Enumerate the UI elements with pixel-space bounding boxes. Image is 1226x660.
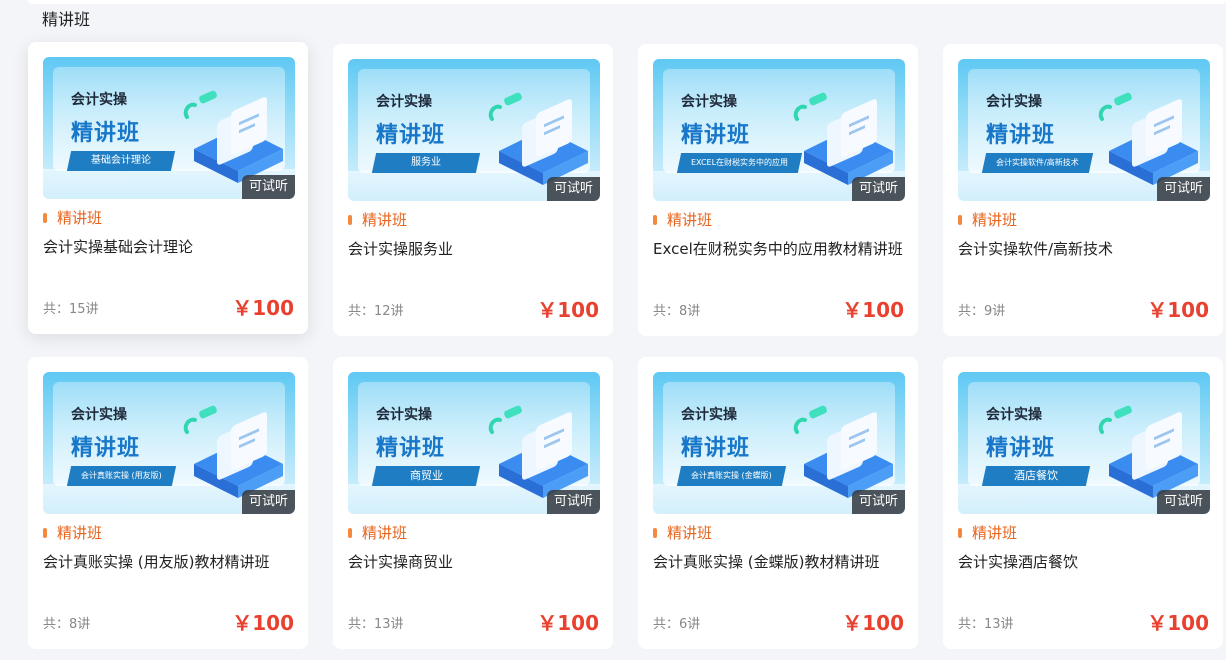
course-price: ￥100 xyxy=(232,611,294,635)
stacked-documents-icon xyxy=(793,405,893,498)
course-title[interactable]: Excel在财税实务中的应用教材精讲班 xyxy=(653,236,905,262)
stacked-documents-icon xyxy=(183,90,283,183)
lesson-count: 共：15讲 xyxy=(43,302,99,317)
course-thumbnail[interactable]: 会计实操 精讲班 商贸业 可试听 xyxy=(348,372,600,514)
thumb-title-line2: 精讲班 xyxy=(376,436,446,461)
course-thumbnail[interactable]: 会计实操 精讲班 酒店餐饮 可试听 xyxy=(958,372,1210,514)
trial-badge: 可试听 xyxy=(1156,177,1210,201)
trial-badge: 可试听 xyxy=(546,177,600,201)
course-tag: 精讲班 xyxy=(653,210,712,230)
thumb-banner: EXCEL在财税实务中的应用 xyxy=(676,153,803,173)
stacked-documents-icon xyxy=(1098,92,1198,185)
course-thumbnail[interactable]: 会计实操 精讲班 EXCEL在财税实务中的应用 可试听 xyxy=(653,59,905,201)
lesson-count: 共：13讲 xyxy=(348,617,404,632)
thumb-banner: 服务业 xyxy=(371,153,481,173)
trial-badge: 可试听 xyxy=(241,175,295,199)
thumb-banner: 酒店餐饮 xyxy=(981,466,1091,486)
course-title[interactable]: 会计真账实操 (用友版)教材精讲班 xyxy=(43,549,295,575)
stacked-documents-icon xyxy=(1098,405,1198,498)
thumb-title-line2: 精讲班 xyxy=(71,121,141,146)
course-card[interactable]: 会计实操 精讲班 酒店餐饮 可试听 精讲班 会计实操酒店餐饮 共：13讲 ￥10… xyxy=(943,357,1223,649)
course-price: ￥100 xyxy=(1147,611,1209,635)
course-price: ￥100 xyxy=(842,611,904,635)
thumb-title-line1: 会计实操 xyxy=(986,407,1042,423)
trial-badge: 可试听 xyxy=(851,490,905,514)
course-tag: 精讲班 xyxy=(958,523,1017,543)
course-title[interactable]: 会计真账实操 (金蝶版)教材精讲班 xyxy=(653,549,905,575)
thumb-title-line1: 会计实操 xyxy=(376,407,432,423)
stacked-documents-icon xyxy=(183,405,283,498)
trial-badge: 可试听 xyxy=(851,177,905,201)
course-price: ￥100 xyxy=(537,611,599,635)
course-title[interactable]: 会计实操服务业 xyxy=(348,236,600,262)
course-card[interactable]: 会计实操 精讲班 EXCEL在财税实务中的应用 可试听 精讲班 Excel在财税… xyxy=(638,44,918,336)
course-card[interactable]: 会计实操 精讲班 会计真账实操 (金蝶版) 可试听 精讲班 会计真账实操 (金蝶… xyxy=(638,357,918,649)
thumb-banner: 会计真账实操 (金蝶版) xyxy=(676,466,786,486)
course-thumbnail[interactable]: 会计实操 精讲班 会计真账实操 (用友版) 可试听 xyxy=(43,372,295,514)
thumb-title-line2: 精讲班 xyxy=(986,436,1056,461)
course-title[interactable]: 会计实操基础会计理论 xyxy=(43,234,295,260)
thumb-title-line1: 会计实操 xyxy=(986,94,1042,110)
trial-badge: 可试听 xyxy=(546,490,600,514)
thumb-title-line2: 精讲班 xyxy=(986,123,1056,148)
lesson-count: 共：8讲 xyxy=(43,617,91,632)
course-price: ￥100 xyxy=(537,298,599,322)
thumb-title-line2: 精讲班 xyxy=(376,123,446,148)
thumb-title-line2: 精讲班 xyxy=(71,436,141,461)
course-thumbnail[interactable]: 会计实操 精讲班 会计实操软件/高新技术 可试听 xyxy=(958,59,1210,201)
course-tag: 精讲班 xyxy=(348,210,407,230)
thumb-title-line1: 会计实操 xyxy=(681,94,737,110)
thumb-banner: 商贸业 xyxy=(371,466,481,486)
course-price: ￥100 xyxy=(842,298,904,322)
course-tag: 精讲班 xyxy=(348,523,407,543)
course-card[interactable]: 会计实操 精讲班 服务业 可试听 精讲班 会计实操服务业 共：12讲 ￥100 xyxy=(333,44,613,336)
lesson-count: 共：6讲 xyxy=(653,617,701,632)
thumb-banner: 会计实操软件/高新技术 xyxy=(981,153,1093,173)
course-thumbnail[interactable]: 会计实操 精讲班 基础会计理论 可试听 xyxy=(43,57,295,199)
stacked-documents-icon xyxy=(488,405,588,498)
course-card[interactable]: 会计实操 精讲班 会计实操软件/高新技术 可试听 精讲班 会计实操软件/高新技术… xyxy=(943,44,1223,336)
thumb-title-line2: 精讲班 xyxy=(681,123,751,148)
thumb-title-line1: 会计实操 xyxy=(376,94,432,110)
thumb-title-line1: 会计实操 xyxy=(71,92,127,108)
course-card[interactable]: 会计实操 精讲班 商贸业 可试听 精讲班 会计实操商贸业 共：13讲 ￥100 xyxy=(333,357,613,649)
course-title[interactable]: 会计实操商贸业 xyxy=(348,549,600,575)
course-tag: 精讲班 xyxy=(958,210,1017,230)
stacked-documents-icon xyxy=(793,92,893,185)
course-title[interactable]: 会计实操酒店餐饮 xyxy=(958,549,1210,575)
thumb-title-line2: 精讲班 xyxy=(681,436,751,461)
trial-badge: 可试听 xyxy=(1156,490,1210,514)
course-card[interactable]: 会计实操 精讲班 会计真账实操 (用友版) 可试听 精讲班 会计真账实操 (用友… xyxy=(28,357,308,649)
thumb-banner: 基础会计理论 xyxy=(66,151,176,171)
lesson-count: 共：8讲 xyxy=(653,304,701,319)
course-tag: 精讲班 xyxy=(43,523,102,543)
course-price: ￥100 xyxy=(1147,298,1209,322)
lesson-count: 共：12讲 xyxy=(348,304,404,319)
course-grid: 会计实操 精讲班 基础会计理论 可试听 精讲班 会计实操基础会计理论 共：15讲… xyxy=(0,0,1226,660)
course-price: ￥100 xyxy=(232,296,294,320)
course-thumbnail[interactable]: 会计实操 精讲班 服务业 可试听 xyxy=(348,59,600,201)
course-tag: 精讲班 xyxy=(43,208,102,228)
course-thumbnail[interactable]: 会计实操 精讲班 会计真账实操 (金蝶版) 可试听 xyxy=(653,372,905,514)
lesson-count: 共：9讲 xyxy=(958,304,1006,319)
trial-badge: 可试听 xyxy=(241,490,295,514)
course-card[interactable]: 会计实操 精讲班 基础会计理论 可试听 精讲班 会计实操基础会计理论 共：15讲… xyxy=(28,42,308,334)
thumb-title-line1: 会计实操 xyxy=(71,407,127,423)
stacked-documents-icon xyxy=(488,92,588,185)
lesson-count: 共：13讲 xyxy=(958,617,1014,632)
course-title[interactable]: 会计实操软件/高新技术 xyxy=(958,236,1210,262)
course-tag: 精讲班 xyxy=(653,523,712,543)
thumb-banner: 会计真账实操 (用友版) xyxy=(66,466,176,486)
thumb-title-line1: 会计实操 xyxy=(681,407,737,423)
